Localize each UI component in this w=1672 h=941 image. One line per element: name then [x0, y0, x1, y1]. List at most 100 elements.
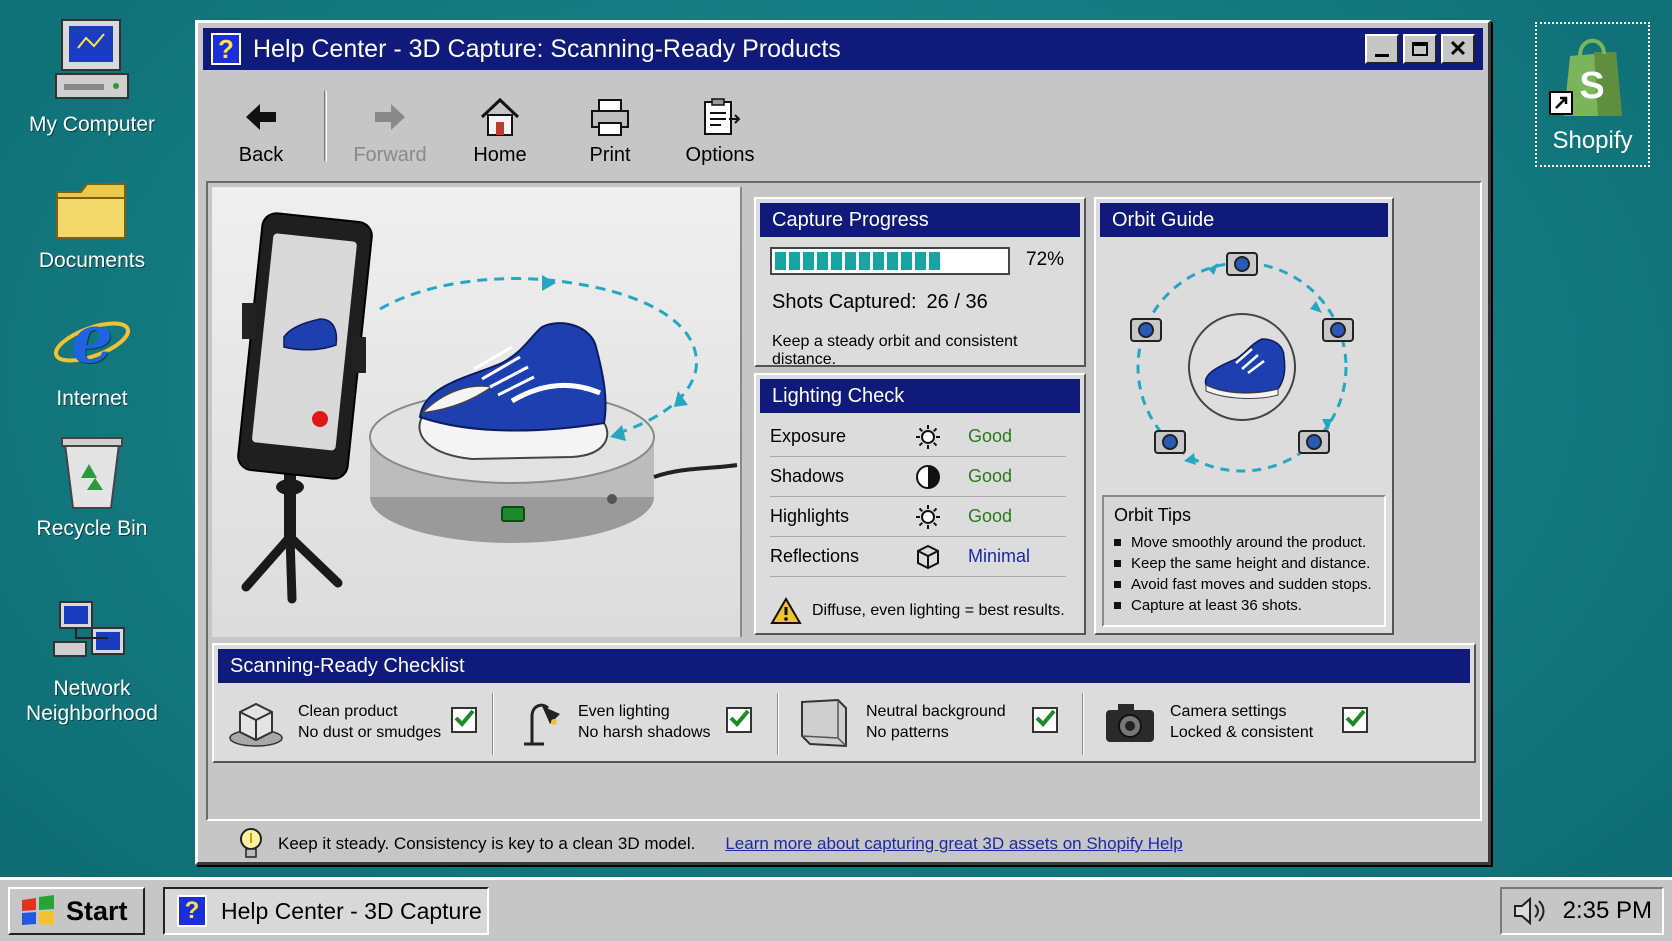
checkbox-neutral-background[interactable] — [1032, 707, 1058, 733]
progress-segment — [789, 252, 800, 270]
desktop-shortcut-shopify[interactable]: S Shopify — [1535, 22, 1650, 167]
lighting-row-status: Good — [968, 506, 1013, 526]
lightbulb-icon — [240, 828, 262, 858]
close-button[interactable]: ✕ — [1441, 34, 1475, 64]
clock: 2:35 PM — [1562, 897, 1652, 924]
lighting-row-name: Reflections — [770, 546, 860, 566]
lighting-check-header: Lighting Check — [760, 379, 1080, 413]
internet-explorer-icon: e — [17, 300, 167, 380]
capture-progress-tip: Keep a steady orbit and consistent dista… — [772, 333, 1018, 368]
lighting-row-highlights: Highlights Good — [770, 497, 1066, 537]
checkbox-even-lighting[interactable] — [726, 707, 752, 733]
title-bar[interactable]: ? Help Center - 3D Capture: Scanning-Rea… — [203, 28, 1483, 70]
lighting-row-name: Highlights — [770, 506, 850, 526]
half-circle-icon — [888, 464, 968, 490]
minimize-button[interactable] — [1365, 34, 1399, 64]
checklist-item-subtitle: No dust or smudges — [298, 724, 442, 741]
lighting-note-text: Diffuse, even lighting = best results. — [812, 602, 1065, 619]
lamp-icon — [524, 703, 560, 746]
desktop-icon-label: Internet — [56, 387, 128, 410]
speaker-icon[interactable] — [1512, 896, 1546, 926]
checklist-item-title: Camera settings — [1170, 703, 1287, 720]
lighting-note: Diffuse, even lighting = best results. — [770, 597, 1065, 625]
options-document-icon — [699, 94, 741, 140]
capture-progress-panel: Capture Progress 72% Shots Captured: 26 /… — [754, 197, 1086, 368]
lighting-row-shadows: Shadows Good — [770, 457, 1066, 497]
camera-icon — [1298, 430, 1330, 454]
start-label: Start — [66, 895, 128, 926]
checklist-item-even-lighting: Even lighting No harsh shadows — [514, 689, 711, 755]
desktop-icon-my-computer[interactable]: My Computer — [17, 14, 167, 137]
print-button[interactable]: Print — [555, 79, 665, 175]
help-question-icon: ? — [211, 33, 241, 65]
toolbar-separator — [324, 91, 327, 161]
desktop-icon-label: Shopify — [1552, 127, 1633, 154]
status-bar: Keep it steady. Consistency is key to a … — [206, 828, 1482, 860]
desktop-icon-internet[interactable]: e Internet — [17, 300, 167, 411]
checklist-item-subtitle: No patterns — [866, 724, 949, 741]
progress-segment — [873, 252, 884, 270]
checklist-item-text: Clean product No dust or smudges — [298, 701, 441, 743]
progress-segment — [901, 252, 912, 270]
scanning-checklist-panel: Scanning-Ready Checklist Clean product N… — [212, 643, 1476, 763]
check-mark-icon — [1344, 707, 1366, 734]
back-label: Back — [238, 144, 284, 166]
shots-captured-label: Shots Captured: — [772, 291, 917, 313]
desktop-icon-documents[interactable]: Documents — [17, 170, 167, 273]
taskbar: Start ? Help Center - 3D Capture 2:35 PM — [0, 877, 1672, 941]
minimize-icon — [1375, 53, 1389, 57]
lighting-row-reflections: Reflections Minimal — [770, 537, 1066, 577]
camera-icon — [1322, 318, 1354, 342]
camera-icon — [1106, 704, 1154, 742]
taskbar-item-help-center[interactable]: ? Help Center - 3D Capture — [163, 887, 489, 935]
checklist-item-text: Neutral background No patterns — [866, 701, 1006, 743]
options-button[interactable]: Options — [665, 79, 775, 175]
orbit-tip-item: Avoid fast moves and sudden stops. — [1114, 574, 1374, 595]
camera-icon — [1130, 318, 1162, 342]
capture-progress-header: Capture Progress — [760, 203, 1080, 237]
desktop-icon-recycle-bin[interactable]: Recycle Bin — [17, 430, 167, 541]
progress-segment — [915, 252, 926, 270]
checklist-item-text: Camera settings Locked & consistent — [1170, 701, 1313, 743]
checklist-item-clean-product: Clean product No dust or smudges — [228, 689, 441, 755]
forward-button[interactable]: Forward — [335, 79, 445, 175]
capture-illustration — [212, 187, 742, 637]
svg-text:S: S — [1579, 65, 1604, 107]
progress-segment — [859, 252, 870, 270]
orbit-tip-item: Move smoothly around the product. — [1114, 532, 1374, 553]
progress-segment — [845, 252, 856, 270]
window-controls: ✕ — [1365, 34, 1475, 64]
camera-icon — [1226, 252, 1258, 276]
content-area: Capture Progress 72% Shots Captured: 26 /… — [206, 181, 1482, 821]
checklist-item-camera-settings: Camera settings Locked & consistent — [1104, 689, 1313, 755]
backdrop-panel-icon — [801, 698, 847, 748]
checklist-separator — [1082, 693, 1084, 755]
desktop-icon-label: Recycle Bin — [36, 517, 148, 540]
product-box-icon — [229, 702, 283, 747]
back-button[interactable]: Back — [206, 79, 316, 175]
capture-progress-bar — [770, 247, 1010, 275]
maximize-icon — [1412, 42, 1428, 56]
orbit-diagram — [1130, 252, 1354, 473]
shots-captured: Shots Captured: 26 / 36 — [772, 291, 988, 314]
help-question-icon: ? — [177, 895, 207, 927]
help-learn-more-link[interactable]: Learn more about capturing great 3D asse… — [725, 834, 1182, 854]
home-icon — [479, 94, 521, 140]
desktop-icon-network[interactable]: Network Neighborhood — [17, 590, 167, 726]
home-button[interactable]: Home — [445, 79, 555, 175]
start-button[interactable]: Start — [8, 887, 145, 935]
check-mark-icon — [453, 707, 475, 734]
lighting-row-status: Good — [968, 426, 1013, 446]
close-icon: ✕ — [1448, 36, 1468, 61]
checklist-item-title: Even lighting — [578, 703, 670, 720]
camera-icon — [1154, 430, 1186, 454]
status-tip: Keep it steady. Consistency is key to a … — [278, 834, 696, 853]
checkbox-camera-settings[interactable] — [1342, 707, 1368, 733]
checkbox-clean-product[interactable] — [451, 707, 477, 733]
lighting-row-status: Good — [968, 466, 1013, 486]
checklist-item-text: Even lighting No harsh shadows — [578, 701, 711, 743]
check-mark-icon — [1034, 707, 1056, 734]
maximize-button[interactable] — [1403, 34, 1437, 64]
forward-arrow-icon — [373, 94, 407, 140]
orbit-guide-panel: Orbit Guide Orbit Tips Move smoothly aro… — [1094, 197, 1394, 635]
